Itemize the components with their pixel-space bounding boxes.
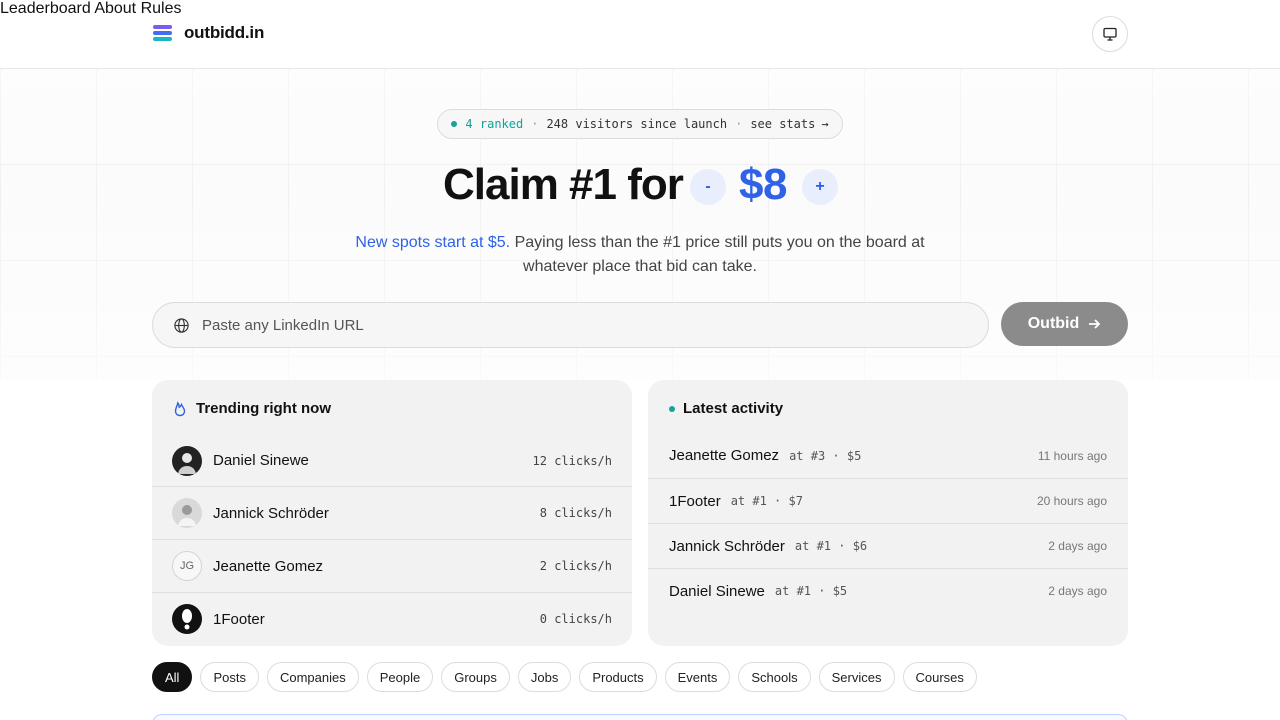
globe-icon	[174, 317, 189, 333]
trending-clicks: 8 clicks/h	[539, 506, 612, 520]
filter-groups[interactable]: Groups	[441, 662, 510, 692]
stats-pill[interactable]: 4 ranked · 248 visitors since launch · s…	[437, 109, 843, 139]
activity-card: Latest activity Jeanette Gomez at #3 · $…	[648, 380, 1128, 646]
filter-events[interactable]: Events	[664, 662, 731, 692]
trending-clicks: 12 clicks/h	[532, 453, 612, 468]
activity-name: 1Footer	[669, 492, 721, 510]
leaderboard-panel-edge	[152, 714, 1128, 720]
activity-row[interactable]: Daniel Sinewe at #1 · $5 2 days ago	[648, 568, 1128, 613]
ranked-count: 4 ranked	[465, 117, 524, 131]
linkedin-url-input[interactable]	[202, 316, 962, 334]
trending-name: 1Footer	[213, 610, 265, 628]
filter-jobs[interactable]: Jobs	[517, 662, 572, 692]
activity-name: Jeanette Gomez	[669, 447, 780, 464]
filter-products[interactable]: Products	[579, 662, 657, 692]
activity-title: Latest activity	[683, 400, 784, 417]
page-title: Claim #1 for	[443, 160, 684, 209]
live-dot-icon	[669, 405, 675, 412]
linkedin-url-field[interactable]	[152, 302, 989, 348]
category-filters: All Posts Companies People Groups Jobs P…	[152, 662, 977, 692]
filter-services[interactable]: Services	[818, 662, 895, 692]
activity-row[interactable]: 1Footer at #1 · $7 20 hours ago	[648, 478, 1128, 523]
avatar-initials: JG	[172, 551, 202, 581]
trending-header: Trending right now	[172, 400, 331, 417]
top-header: outbidd.in Leaderboard About Rules	[0, 0, 1280, 69]
trending-clicks: 0 clicks/h	[539, 612, 612, 626]
avatar	[172, 498, 202, 528]
trending-row[interactable]: Jannick Schröder 8 clicks/h	[152, 486, 632, 539]
trending-card: Trending right now Daniel Sinewe 12 clic…	[152, 380, 632, 646]
status-dot	[451, 121, 458, 127]
activity-time: 11 hours ago	[1037, 448, 1107, 463]
activity-name: Daniel Sinewe	[669, 582, 765, 600]
activity-detail: at #1 · $6	[794, 539, 868, 553]
activity-time: 2 days ago	[1048, 584, 1107, 598]
activity-detail: at #3 · $5	[789, 448, 862, 463]
subtitle-text: Paying less than the #1 price still puts…	[510, 234, 925, 275]
trending-name: Jannick Schröder	[213, 504, 329, 522]
filter-posts[interactable]: Posts	[200, 662, 259, 692]
activity-time: 2 days ago	[1048, 539, 1107, 553]
filter-courses[interactable]: Courses	[902, 662, 977, 692]
filter-people[interactable]: People	[366, 662, 434, 692]
activity-time: 20 hours ago	[1036, 494, 1107, 508]
trending-title: Trending right now	[196, 400, 331, 417]
subtitle-highlight: New spots start at $5.	[355, 234, 511, 251]
trending-row[interactable]: JG Jeanette Gomez 2 clicks/h	[152, 539, 632, 592]
logo-text: outbidd.in	[184, 23, 265, 42]
filter-all[interactable]: All	[152, 662, 193, 692]
flame-icon	[174, 400, 186, 416]
activity-detail: at #1 · $7	[730, 494, 803, 508]
avatar	[172, 445, 202, 476]
filter-companies[interactable]: Companies	[266, 662, 359, 692]
arrow-right-icon: →	[821, 117, 829, 131]
logo[interactable]: outbidd.in	[152, 22, 264, 44]
outbid-button-label: Outbid	[1027, 315, 1080, 332]
trending-name: Jeanette Gomez	[213, 557, 324, 575]
nav-rules[interactable]: Rules	[141, 0, 182, 17]
activity-detail: at #1 · $5	[774, 584, 848, 598]
monitor-icon	[1103, 27, 1117, 41]
arrow-right-icon	[1089, 319, 1101, 329]
activity-row[interactable]: Jeanette Gomez at #3 · $5 11 hours ago	[648, 433, 1128, 478]
outbid-button[interactable]: Outbid	[1001, 302, 1128, 346]
visitors-count: 248 visitors since launch	[546, 117, 728, 131]
avatar	[172, 604, 202, 634]
price-value: $8	[739, 160, 787, 209]
logo-icon	[152, 22, 174, 44]
decrease-price-button[interactable]: -	[690, 169, 726, 205]
nav-leaderboard[interactable]: Leaderboard	[0, 0, 91, 17]
hero-subtitle: New spots start at $5. Paying less than …	[340, 231, 940, 279]
increase-price-button[interactable]: +	[802, 169, 838, 205]
trending-row[interactable]: 1Footer 0 clicks/h	[152, 592, 632, 645]
nav-about[interactable]: About	[94, 0, 136, 17]
activity-row[interactable]: Jannick Schröder at #1 · $6 2 days ago	[648, 523, 1128, 568]
theme-toggle-button[interactable]	[1092, 16, 1128, 52]
trending-name: Daniel Sinewe	[213, 452, 309, 469]
trending-row[interactable]: Daniel Sinewe 12 clicks/h	[152, 434, 632, 487]
activity-name: Jannick Schröder	[669, 537, 785, 555]
activity-header: Latest activity	[669, 400, 783, 417]
filter-schools[interactable]: Schools	[738, 662, 811, 692]
trending-clicks: 2 clicks/h	[539, 559, 612, 573]
see-stats-link[interactable]: see stats	[750, 117, 815, 131]
